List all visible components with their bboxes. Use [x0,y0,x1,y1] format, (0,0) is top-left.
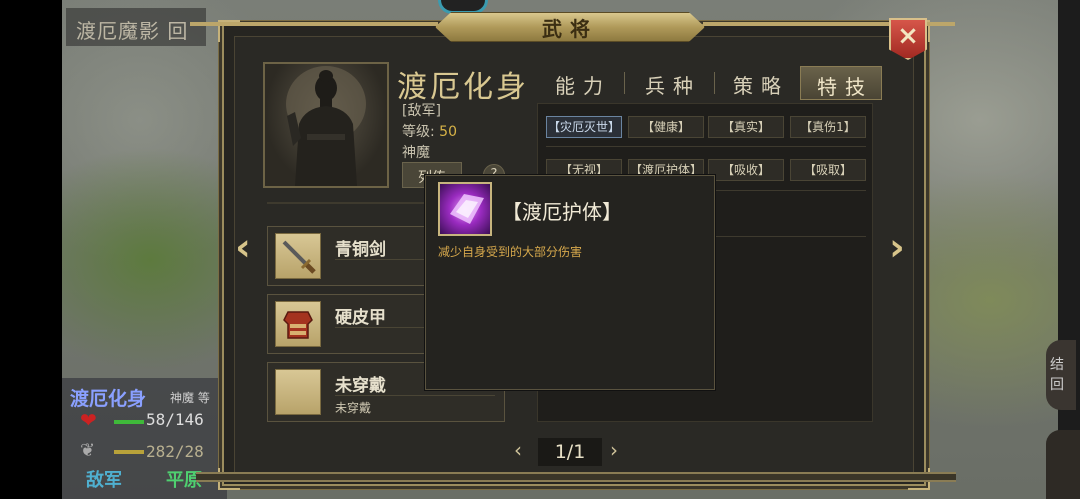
feather-icon: ❦ [80,440,96,461]
prev-general-button[interactable]: ‹ [230,228,256,268]
empty-slot-icon [275,369,321,415]
equipment-subtext: 未穿戴 [335,401,372,415]
next-general-button[interactable]: › [884,228,910,268]
unit-name: 渡厄化身 [70,388,147,410]
page-indicator: 1/1 [538,438,602,466]
tab-troops[interactable]: 兵种 [628,66,710,100]
level-value: 50 [439,124,457,140]
skill-tag[interactable]: 【真实】 [708,116,784,138]
map-title: 渡厄魔影 回 [66,8,206,46]
tooltip-title: 【渡厄护体】 [502,200,622,224]
row-divider [546,146,866,147]
equipment-name: 硬皮甲 [335,308,386,328]
tab-ability[interactable]: 能力 [538,66,620,100]
end-turn-button[interactable]: 结 回 [1046,340,1076,410]
level-label: 等级: [402,124,435,140]
skill-tag[interactable]: 【吸收】 [708,159,784,181]
armor-icon [275,301,321,347]
menu-button[interactable] [1046,430,1080,499]
general-class: 神魔 [402,145,430,161]
crystal-skill-icon [438,182,492,236]
dialog-title-plate: 武将 [435,12,705,42]
pager: ‹ 1/1 › [514,438,626,466]
general-faction: [敌军] [402,103,441,119]
bottom-frame-rail [196,472,956,482]
skill-tag[interactable]: 【吸取】 [790,159,866,181]
tab-special-skills[interactable]: 特技 [800,66,882,100]
info-tabs: 能力 兵种 策略 特技 [538,66,888,100]
mp-bar [114,450,144,454]
skill-tooltip: 【渡厄护体】 减少自身受到的大部分伤害 [425,175,715,390]
dialog-title: 武将 [542,16,598,41]
title-ornament-left [190,22,438,26]
top-indicator [438,0,488,14]
tab-separator [624,72,625,94]
unit-class: 神魔 等 [170,391,210,405]
buddha-statue-icon [286,66,366,186]
unit-mp: 282/28 [146,442,204,461]
sword-icon [275,233,321,279]
unit-hp: 58/146 [146,410,204,429]
unit-side: 敌军 [86,470,122,491]
close-icon: × [897,21,919,51]
hp-bar [114,420,144,424]
left-black-bar [0,0,62,499]
general-level: 等级: 50 [402,121,457,141]
page-next-button[interactable]: › [610,438,618,462]
right-black-bar [1058,0,1080,499]
skill-tag[interactable]: 【灾厄灭世】 [546,116,622,138]
tooltip-description: 减少自身受到的大部分伤害 [438,245,583,259]
skill-tag[interactable]: 【健康】 [628,116,704,138]
tab-separator [714,72,715,94]
general-portrait [263,62,389,188]
tab-strategy[interactable]: 策略 [716,66,798,100]
skill-tag[interactable]: 【真伤1】 [790,116,866,138]
equipment-name: 青铜剑 [335,240,386,260]
heart-icon: ❤ [80,408,97,432]
page-prev-button[interactable]: ‹ [514,438,522,462]
equipment-underline [335,395,495,396]
equipment-name: 未穿戴 [335,376,386,396]
